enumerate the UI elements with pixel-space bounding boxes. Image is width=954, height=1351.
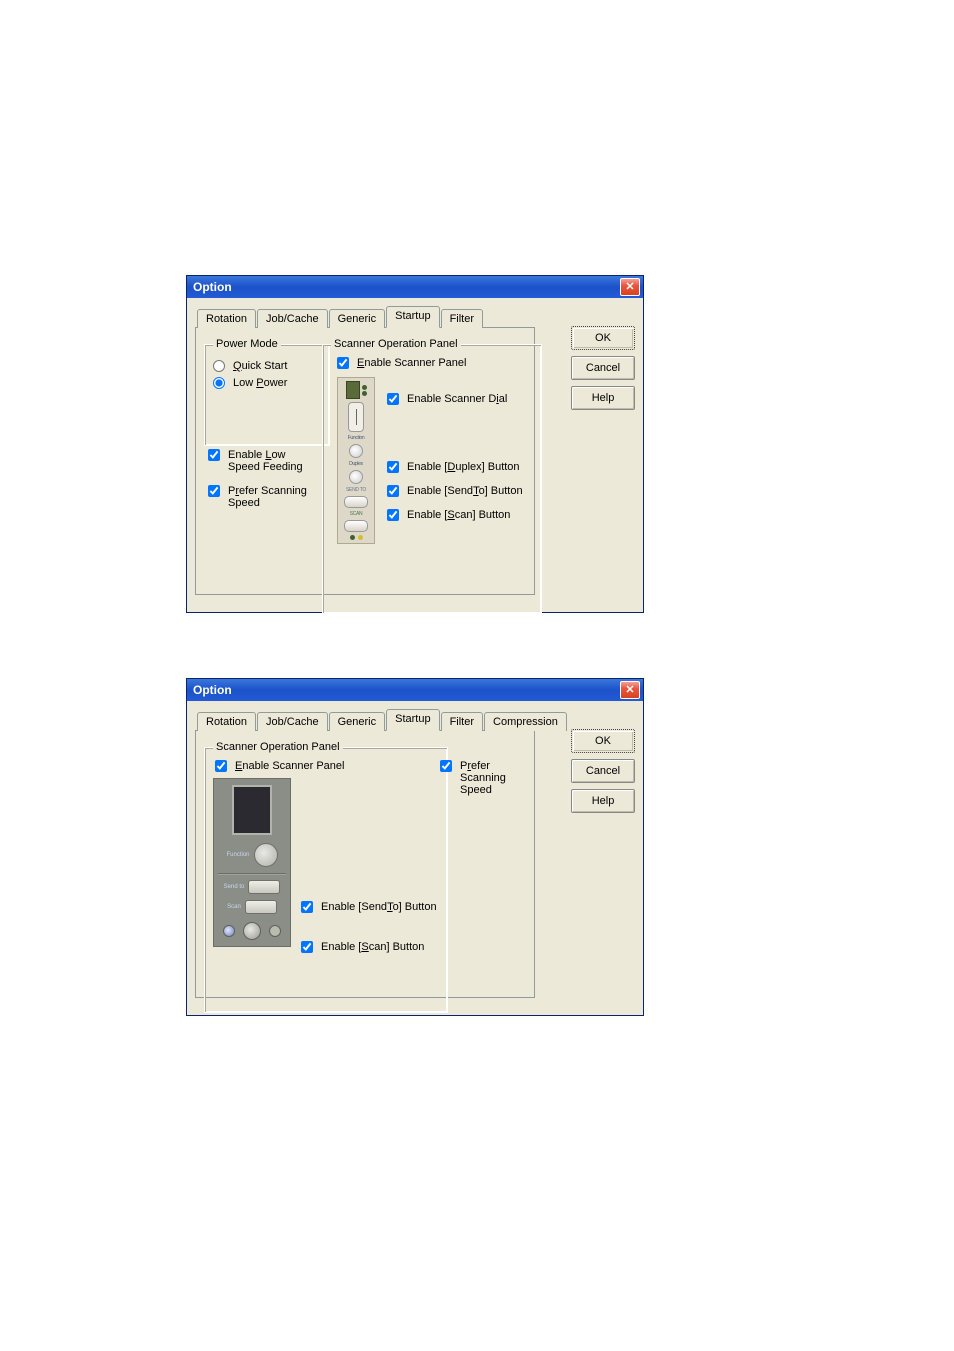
titlebar[interactable]: Option ✕ bbox=[187, 276, 643, 298]
error-led-icon bbox=[362, 391, 367, 396]
window-title: Option bbox=[193, 280, 232, 294]
check-enable-scanner-panel[interactable]: Enable Scanner Panel bbox=[215, 760, 439, 772]
radio-low-power-input[interactable] bbox=[213, 377, 225, 389]
check-low-speed-feeding-input[interactable] bbox=[208, 449, 220, 461]
group-scanner-operation-panel: Scanner Operation Panel Enable Scanner P… bbox=[322, 344, 542, 614]
check-enable-sendto-button-input[interactable] bbox=[301, 901, 313, 913]
button-stack: OK Cancel Help bbox=[571, 326, 635, 416]
hw-power-knob bbox=[243, 922, 261, 940]
help-button[interactable]: Help bbox=[571, 789, 635, 813]
legend-sop: Scanner Operation Panel bbox=[213, 741, 343, 753]
hw-status-led-icon bbox=[269, 925, 281, 937]
hw-duplex-knob bbox=[349, 470, 363, 484]
button-stack: OK Cancel Help bbox=[571, 729, 635, 819]
check-enable-scan-button[interactable]: Enable [Scan] Button bbox=[301, 941, 437, 953]
check-prefer-scanning-speed-input[interactable] bbox=[208, 485, 220, 497]
hw-led-1 bbox=[350, 535, 355, 540]
hw-function-knob bbox=[349, 444, 363, 458]
hw-scan-button bbox=[344, 520, 368, 532]
help-button[interactable]: Help bbox=[571, 386, 635, 410]
hw-label-function: Function bbox=[226, 852, 249, 858]
check-enable-scan-button[interactable]: Enable [Scan] Button bbox=[387, 509, 523, 521]
titlebar[interactable]: Option ✕ bbox=[187, 679, 643, 701]
tab-job-cache[interactable]: Job/Cache bbox=[257, 712, 328, 731]
hw-lcd bbox=[346, 381, 360, 399]
option-dialog-1: Option ✕ Rotation Job/Cache Generic Star… bbox=[186, 275, 644, 613]
hw-sendto-button bbox=[248, 880, 280, 894]
check-enable-scan-button-input[interactable] bbox=[387, 509, 399, 521]
hw-led-2 bbox=[358, 535, 363, 540]
hw-label-scan: Scan bbox=[227, 904, 241, 910]
hw-label-sendto: Send to bbox=[224, 884, 245, 890]
tabstrip: Rotation Job/Cache Generic Startup Filte… bbox=[197, 709, 635, 730]
tab-filter[interactable]: Filter bbox=[441, 712, 483, 731]
check-prefer-scanning-speed[interactable]: Prefer Scanning Speed bbox=[440, 760, 530, 796]
radio-quick-start-input[interactable] bbox=[213, 360, 225, 372]
close-icon[interactable]: ✕ bbox=[620, 278, 640, 296]
tab-generic[interactable]: Generic bbox=[329, 309, 386, 328]
check-enable-duplex-button-input[interactable] bbox=[387, 461, 399, 473]
tab-generic[interactable]: Generic bbox=[329, 712, 386, 731]
check-enable-scanner-panel-input[interactable] bbox=[215, 760, 227, 772]
scanner-panel-image: Function Duplex SEND TO SCAN bbox=[337, 377, 375, 544]
tab-job-cache[interactable]: Job/Cache bbox=[257, 309, 328, 328]
hw-label-duplex: Duplex bbox=[349, 461, 363, 467]
close-icon[interactable]: ✕ bbox=[620, 681, 640, 699]
check-enable-sendto-button-input[interactable] bbox=[387, 485, 399, 497]
hw-scan-button bbox=[245, 900, 277, 914]
tab-compression[interactable]: Compression bbox=[484, 712, 567, 731]
tab-startup[interactable]: Startup bbox=[386, 709, 439, 731]
tab-filter[interactable]: Filter bbox=[441, 309, 483, 328]
check-enable-scanner-dial[interactable]: Enable Scanner Dial bbox=[387, 393, 523, 405]
hw-sendto-button bbox=[344, 496, 368, 508]
tab-rotation[interactable]: Rotation bbox=[197, 309, 256, 328]
hw-power-led-icon bbox=[223, 925, 235, 937]
check-enable-sendto-button[interactable]: Enable [SendTo] Button bbox=[301, 901, 437, 913]
power-led-icon bbox=[362, 385, 367, 390]
hw-label-function: Function bbox=[348, 435, 365, 441]
group-power-mode: Power Mode Quick Start Low Power bbox=[204, 344, 330, 446]
legend-power-mode: Power Mode bbox=[213, 338, 281, 350]
hw-function-dial bbox=[254, 843, 278, 867]
hw-screen bbox=[232, 785, 272, 835]
check-low-speed-feeding[interactable]: Enable Low Speed Feeding bbox=[208, 449, 318, 473]
check-enable-scanner-dial-input[interactable] bbox=[387, 393, 399, 405]
cancel-button[interactable]: Cancel bbox=[571, 356, 635, 380]
check-prefer-scanning-speed-input[interactable] bbox=[440, 760, 452, 772]
check-enable-scanner-panel-input[interactable] bbox=[337, 357, 349, 369]
ok-button[interactable]: OK bbox=[571, 326, 635, 350]
ok-button[interactable]: OK bbox=[571, 729, 635, 753]
check-enable-scanner-panel[interactable]: Enable Scanner Panel bbox=[337, 357, 533, 369]
radio-low-power[interactable]: Low Power bbox=[213, 377, 321, 389]
cancel-button[interactable]: Cancel bbox=[571, 759, 635, 783]
radio-quick-start[interactable]: Quick Start bbox=[213, 360, 321, 372]
check-enable-sendto-button[interactable]: Enable [SendTo] Button bbox=[387, 485, 523, 497]
window-title: Option bbox=[193, 683, 232, 697]
hw-separator bbox=[218, 873, 286, 874]
hw-label-scan: SCAN bbox=[350, 511, 363, 517]
hw-dial bbox=[348, 402, 364, 432]
check-prefer-scanning-speed[interactable]: Prefer Scanning Speed bbox=[208, 485, 318, 509]
tab-startup[interactable]: Startup bbox=[386, 306, 439, 328]
option-dialog-2: Option ✕ Rotation Job/Cache Generic Star… bbox=[186, 678, 644, 1016]
check-enable-duplex-button[interactable]: Enable [Duplex] Button bbox=[387, 461, 523, 473]
group-scanner-operation-panel: Scanner Operation Panel Enable Scanner P… bbox=[204, 747, 448, 1013]
check-enable-scan-button-input[interactable] bbox=[301, 941, 313, 953]
tab-rotation[interactable]: Rotation bbox=[197, 712, 256, 731]
hw-label-sendto: SEND TO bbox=[346, 487, 366, 493]
legend-sop: Scanner Operation Panel bbox=[331, 338, 461, 350]
scanner-panel-image: Function Send to Scan bbox=[213, 778, 291, 947]
tabstrip: Rotation Job/Cache Generic Startup Filte… bbox=[197, 306, 635, 327]
